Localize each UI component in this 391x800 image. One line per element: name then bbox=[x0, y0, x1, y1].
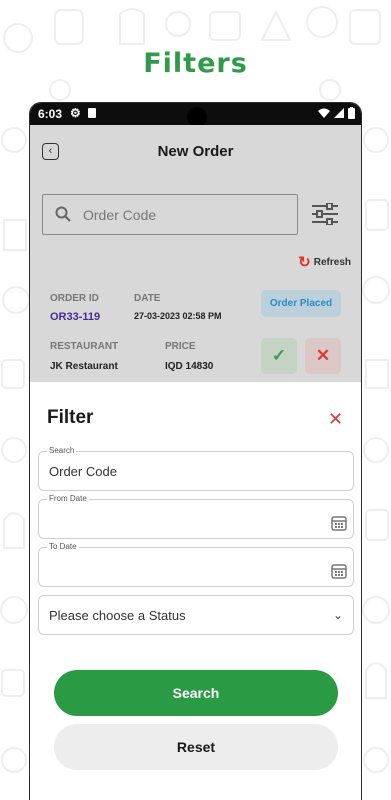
order-id-value: OR33-119 bbox=[50, 311, 101, 323]
search-button[interactable]: Search bbox=[54, 670, 338, 716]
filter-search-value: Order Code bbox=[49, 464, 117, 479]
order-card[interactable]: ORDER ID OR33-119 DATE 27-03-2023 02:58 … bbox=[42, 281, 350, 391]
refresh-icon: ↻ bbox=[298, 254, 311, 271]
order-date-label: DATE bbox=[134, 293, 161, 304]
to-date-label: To Date bbox=[47, 542, 79, 551]
restaurant-value: JK Restaurant bbox=[50, 361, 118, 372]
camera-notch bbox=[187, 107, 207, 127]
check-icon: ✓ bbox=[271, 346, 287, 365]
filter-bottom-sheet: Filter ✕ Search Order Code From Date To … bbox=[30, 382, 361, 800]
status-time: 6:03 bbox=[38, 107, 63, 121]
filter-title: Filter bbox=[47, 407, 94, 428]
order-date-value: 27-03-2023 02:58 PM bbox=[134, 311, 222, 321]
page-headline: Filters bbox=[143, 48, 248, 79]
signal-icon bbox=[334, 108, 344, 118]
calendar-icon[interactable] bbox=[331, 515, 347, 531]
battery-icon bbox=[348, 107, 355, 119]
status-badge: Order Placed bbox=[261, 290, 341, 317]
price-label: PRICE bbox=[165, 341, 196, 352]
price-value: IQD 14830 bbox=[165, 361, 214, 372]
status-select[interactable]: Please choose a Status ⌄ bbox=[38, 595, 354, 635]
from-date-field[interactable]: From Date bbox=[38, 494, 354, 539]
reject-order-button[interactable]: ✕ bbox=[305, 338, 341, 374]
to-date-field[interactable]: To Date bbox=[38, 542, 354, 587]
wifi-icon bbox=[318, 108, 330, 118]
close-icon[interactable]: ✕ bbox=[328, 409, 343, 430]
filter-search-field[interactable]: Search Order Code bbox=[38, 446, 354, 491]
search-icon bbox=[55, 206, 71, 222]
reset-button[interactable]: Reset bbox=[54, 724, 338, 770]
accept-order-button[interactable]: ✓ bbox=[261, 338, 297, 374]
phone-frame: 6:03 ⚙ ‹ New Order Order Code ↻ Refresh … bbox=[29, 102, 362, 800]
settings-icon: ⚙ bbox=[70, 106, 81, 120]
refresh-button[interactable]: ↻ Refresh bbox=[298, 253, 351, 271]
sd-card-icon bbox=[88, 108, 96, 118]
restaurant-label: RESTAURANT bbox=[50, 341, 119, 352]
order-search-input[interactable]: Order Code bbox=[42, 194, 298, 235]
from-date-label: From Date bbox=[47, 494, 89, 503]
calendar-icon[interactable] bbox=[331, 563, 347, 579]
close-icon: ✕ bbox=[315, 346, 331, 365]
filter-sliders-icon[interactable] bbox=[312, 203, 338, 225]
refresh-label: Refresh bbox=[313, 256, 351, 268]
chevron-down-icon: ⌄ bbox=[332, 608, 343, 622]
system-icons bbox=[318, 107, 355, 119]
app-title: New Order bbox=[157, 143, 234, 160]
status-bar: 6:03 ⚙ bbox=[30, 103, 361, 127]
app-screen: ‹ New Order Order Code ↻ Refresh ORDER I… bbox=[30, 125, 361, 800]
order-id-label: ORDER ID bbox=[50, 293, 99, 304]
search-placeholder: Order Code bbox=[83, 207, 157, 223]
status-select-value: Please choose a Status bbox=[49, 608, 186, 623]
filter-search-label: Search bbox=[47, 446, 77, 455]
